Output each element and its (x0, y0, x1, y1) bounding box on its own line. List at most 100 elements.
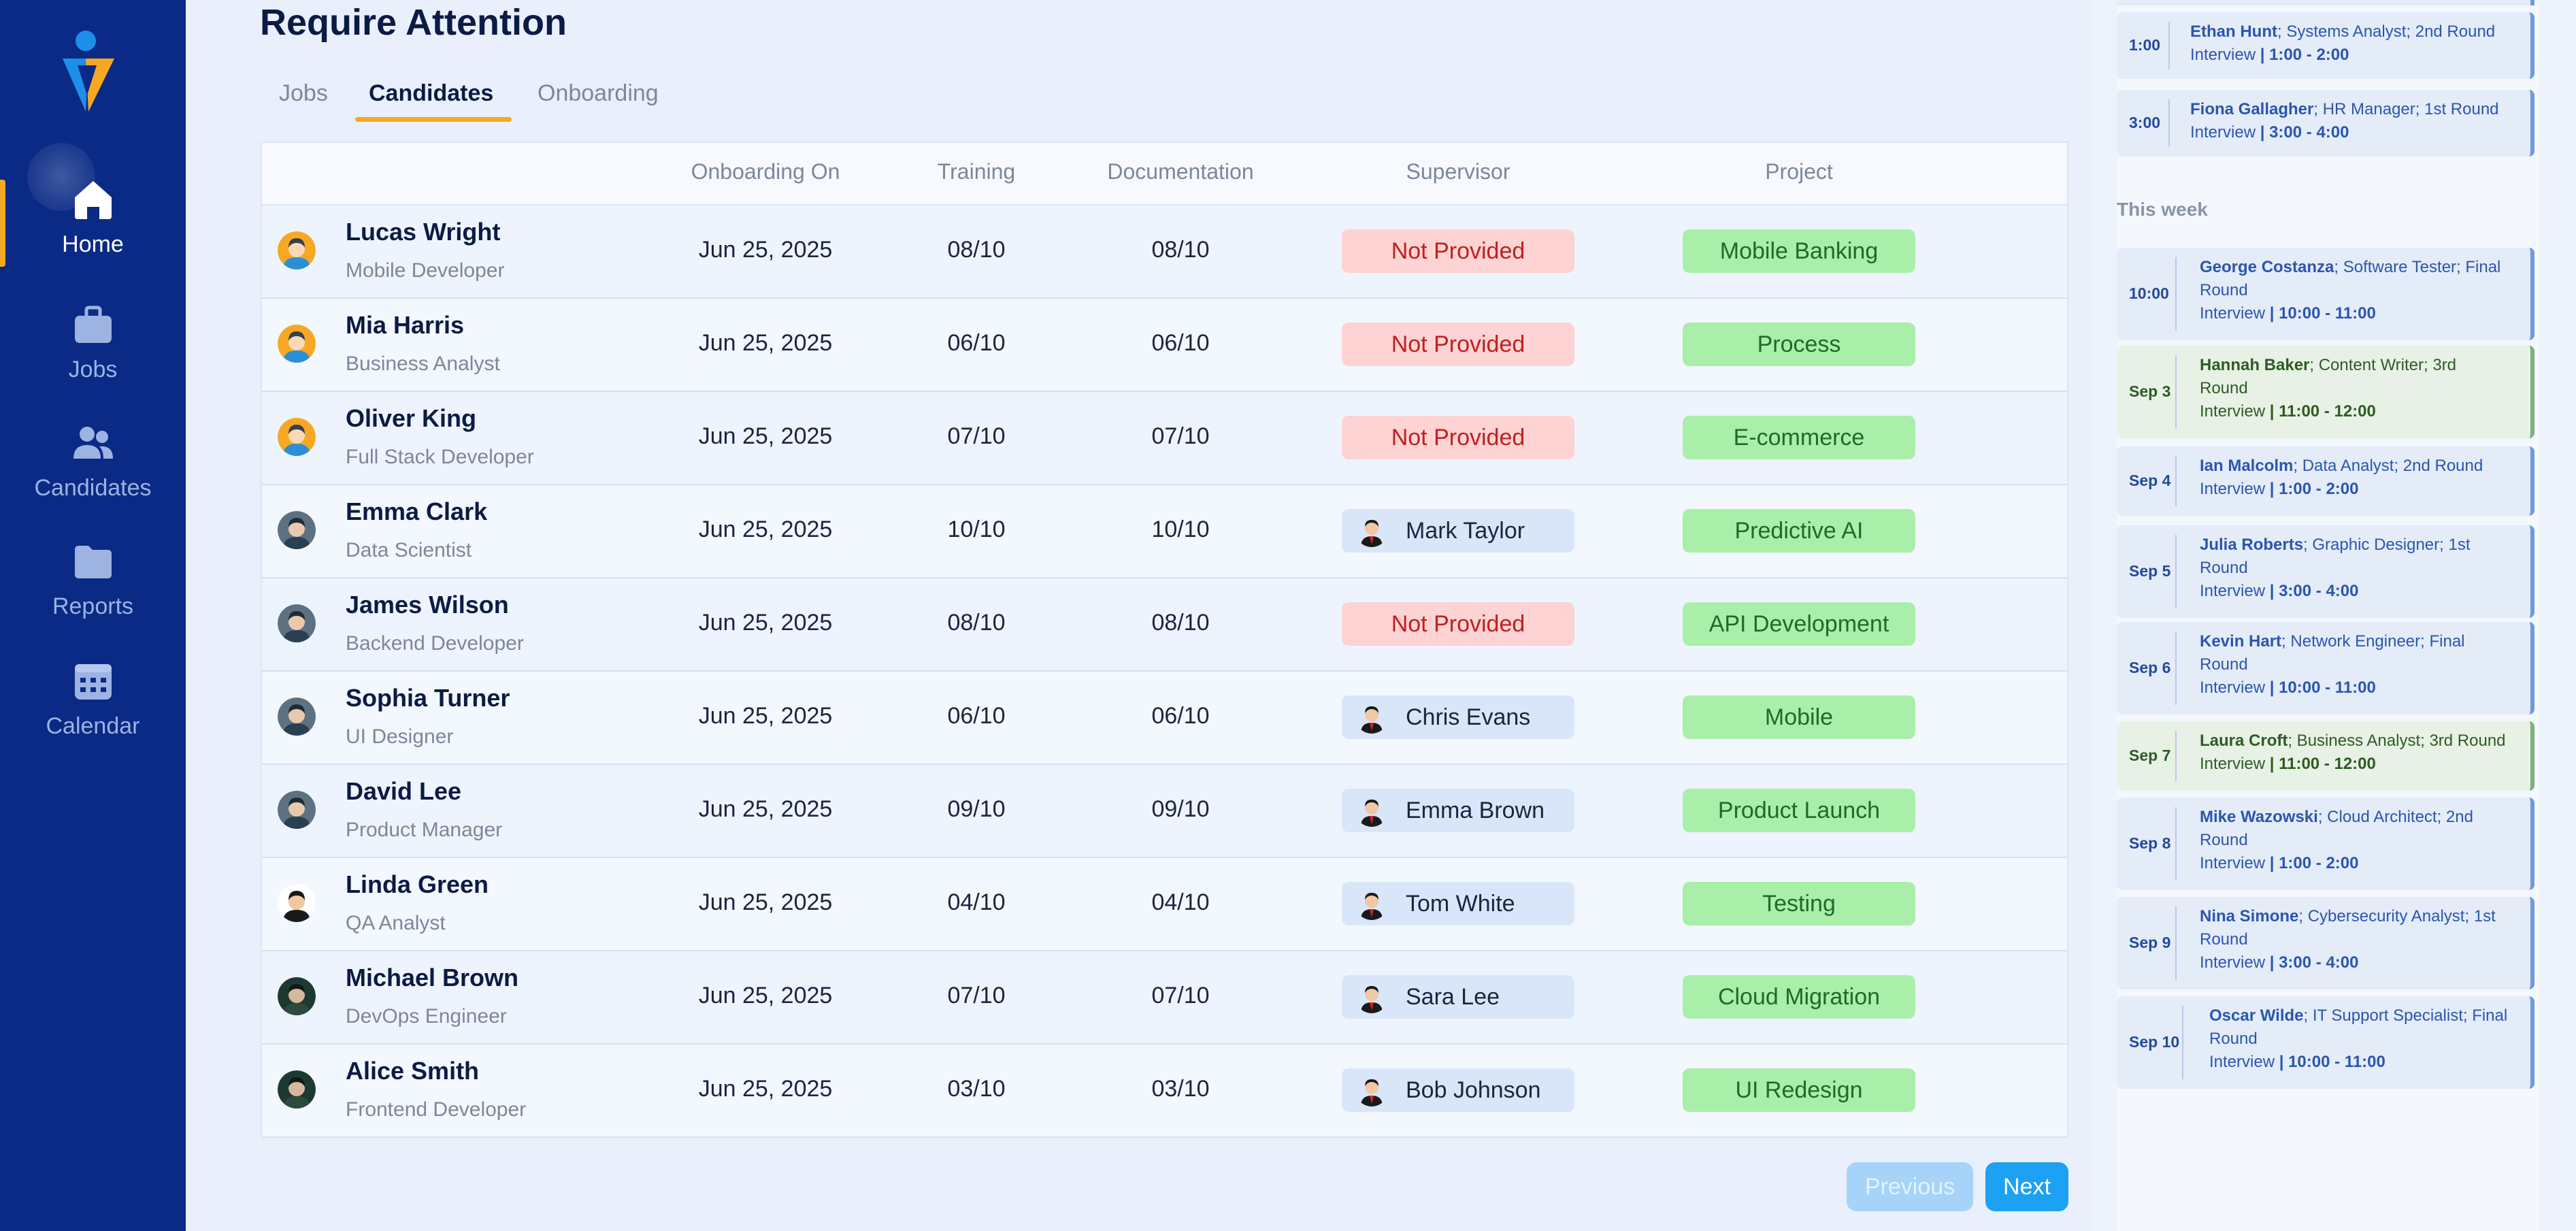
project-badge[interactable]: Process (1683, 323, 1915, 366)
event-time: Sep 8 (2129, 834, 2171, 852)
event-candidate-name: Laura Croft (2200, 732, 2288, 750)
event-detail-cont: Round (2209, 1030, 2258, 1048)
onboarding-date: Jun 25, 2025 (698, 796, 833, 822)
documentation-score: 08/10 (1151, 610, 1210, 636)
next-button[interactable]: Next (1985, 1162, 2068, 1211)
users-icon (73, 427, 113, 459)
project-badge[interactable]: UI Redesign (1683, 1068, 1915, 1112)
onboarding-date: Jun 25, 2025 (698, 1076, 833, 1102)
training-score: 10/10 (947, 516, 1006, 542)
table-row[interactable]: Oliver King Full Stack Developer Jun 25, 2… (262, 392, 2067, 485)
event-detail: ; Data Analyst; 2nd Round (2293, 457, 2483, 475)
onboarding-date: Jun 25, 2025 (698, 889, 833, 915)
tab-jobs[interactable]: Jobs (279, 80, 328, 122)
table-row[interactable]: Lucas Wright Mobile Developer Jun 25, 2025… (262, 206, 2067, 299)
documentation-score: 07/10 (1151, 423, 1210, 449)
table-row[interactable]: Sophia Turner UI Designer Jun 25, 2025 06/1… (262, 672, 2067, 765)
project-badge[interactable]: Cloud Migration (1683, 975, 1915, 1019)
candidate-name[interactable]: Michael Brown (346, 964, 518, 992)
col-supervisor: Supervisor (1406, 159, 1510, 184)
supervisor-pill[interactable]: Bob Johnson (1342, 1068, 1574, 1112)
candidate-name[interactable]: Sophia Turner (346, 684, 510, 712)
candidate-name[interactable]: Alice Smith (346, 1057, 479, 1085)
event-candidate-name: Fiona Gallagher (2190, 100, 2314, 118)
project-badge[interactable]: E-commerce (1683, 416, 1915, 459)
schedule-event[interactable]: Sep 3 Hannah Baker; Content Writer; 3rd Ro… (2117, 346, 2534, 438)
table-row[interactable]: Emma Clark Data Scientist Jun 25, 2025 10/1… (262, 485, 2067, 578)
schedule-event[interactable]: Sep 4 Ian Malcolm; Data Analyst; 2nd Roun… (2117, 446, 2534, 516)
candidate-avatar (278, 418, 316, 456)
candidate-name[interactable]: Oliver King (346, 404, 476, 433)
active-tab-underline (355, 117, 512, 122)
project-badge[interactable]: API Development (1683, 602, 1915, 646)
project-badge[interactable]: Predictive AI (1683, 509, 1915, 553)
tab-candidates[interactable]: Candidates (369, 80, 493, 122)
table-row[interactable]: David Lee Product Manager Jun 25, 2025 09/1… (262, 765, 2067, 858)
nav-jobs[interactable]: Jobs (0, 303, 186, 406)
supervisor-pill[interactable]: Sara Lee (1342, 975, 1574, 1019)
supervisor-name: Tom White (1406, 890, 1515, 917)
event-detail-cont: Round (2200, 379, 2248, 397)
table-row[interactable]: Linda Green QA Analyst Jun 25, 2025 04/10 04… (262, 858, 2067, 951)
schedule-event[interactable]: Sep 5 Julia Roberts; Graphic Designer; 1s… (2117, 525, 2534, 618)
nav-home[interactable]: Home (0, 178, 186, 280)
documentation-score: 03/10 (1151, 1076, 1210, 1102)
table-row[interactable]: James Wilson Backend Developer Jun 25, 202… (262, 578, 2067, 672)
candidates-table: Onboarding On Training Documentation Sup… (261, 142, 2068, 1138)
supervisor-not-provided-badge[interactable]: Not Provided (1342, 229, 1574, 273)
candidate-avatar (278, 231, 316, 269)
project-badge[interactable]: Mobile Banking (1683, 229, 1915, 273)
event-detail: ; Software Tester; Final (2334, 258, 2501, 276)
event-slot: | 11:00 - 12:00 (2269, 755, 2376, 773)
supervisor-not-provided-badge[interactable]: Not Provided (1342, 602, 1574, 646)
event-type: Interview (2200, 953, 2270, 972)
event-slot: | 10:00 - 11:00 (2279, 1053, 2385, 1071)
schedule-event[interactable]: Sep 10 Oscar Wilde; IT Support Specialist… (2117, 996, 2534, 1089)
event-detail: ; Systems Analyst; 2nd Round (2277, 22, 2496, 41)
table-row[interactable]: Alice Smith Frontend Developer Jun 25, 202… (262, 1045, 2067, 1138)
table-row[interactable]: Michael Brown DevOps Engineer Jun 25, 2025… (262, 951, 2067, 1045)
tab-onboarding[interactable]: Onboarding (538, 80, 659, 122)
candidate-avatar (278, 1070, 316, 1109)
training-score: 07/10 (947, 423, 1006, 449)
schedule-event[interactable]: Sep 8 Mike Wazowski; Cloud Architect; 2nd… (2117, 798, 2534, 890)
nav-reports[interactable]: Reports (0, 540, 186, 642)
event-detail: ; IT Support Specialist; Final (2303, 1006, 2508, 1025)
supervisor-not-provided-badge[interactable]: Not Provided (1342, 416, 1574, 459)
nav-calendar[interactable]: Calendar (0, 660, 186, 762)
supervisor-not-provided-badge[interactable]: Not Provided (1342, 323, 1574, 366)
project-badge[interactable]: Mobile (1683, 695, 1915, 739)
candidate-role: QA Analyst (346, 912, 446, 934)
this-week-label: This week (2117, 199, 2208, 220)
candidate-name[interactable]: Lucas Wright (346, 218, 500, 246)
event-candidate-name: Kevin Hart (2200, 632, 2282, 651)
candidate-name[interactable]: David Lee (346, 777, 461, 806)
project-badge[interactable]: Product Launch (1683, 789, 1915, 832)
supervisor-pill[interactable]: Chris Evans (1342, 695, 1574, 739)
training-score: 03/10 (947, 1076, 1006, 1102)
supervisor-pill[interactable]: Emma Brown (1342, 789, 1574, 832)
schedule-event[interactable]: 3:00 Fiona Gallagher; HR Manager; 1st Rou… (2117, 90, 2534, 157)
nav-candidates[interactable]: Candidates (0, 422, 186, 524)
event-type: Interview (2209, 1053, 2279, 1071)
candidate-role: Business Analyst (346, 352, 500, 375)
project-badge[interactable]: Testing (1683, 882, 1915, 925)
candidate-name[interactable]: Linda Green (346, 870, 489, 899)
schedule-event[interactable]: Sep 6 Kevin Hart; Network Engineer; Final… (2117, 622, 2534, 715)
col-project: Project (1765, 159, 1833, 184)
supervisor-name: Mark Taylor (1406, 517, 1525, 544)
calendar-icon (74, 664, 112, 700)
supervisor-pill[interactable]: Mark Taylor (1342, 509, 1574, 553)
col-training: Training (937, 159, 1016, 184)
schedule-event[interactable]: Sep 9 Nina Simone; Cybersecurity Analyst;… (2117, 897, 2534, 989)
candidate-name[interactable]: James Wilson (346, 591, 509, 619)
schedule-event[interactable]: 1:00 Ethan Hunt; Systems Analyst; 2nd Rou… (2117, 12, 2534, 79)
candidate-avatar (278, 977, 316, 1015)
schedule-event[interactable]: 10:00 George Costanza; Software Tester; F… (2117, 248, 2534, 340)
supervisor-pill[interactable]: Tom White (1342, 882, 1574, 925)
schedule-event[interactable]: Sep 7 Laura Croft; Business Analyst; 3rd … (2117, 721, 2534, 791)
previous-button[interactable]: Previous (1847, 1162, 1973, 1211)
candidate-name[interactable]: Mia Harris (346, 311, 464, 340)
table-row[interactable]: Mia Harris Business Analyst Jun 25, 2025 06… (262, 299, 2067, 392)
candidate-name[interactable]: Emma Clark (346, 497, 487, 526)
